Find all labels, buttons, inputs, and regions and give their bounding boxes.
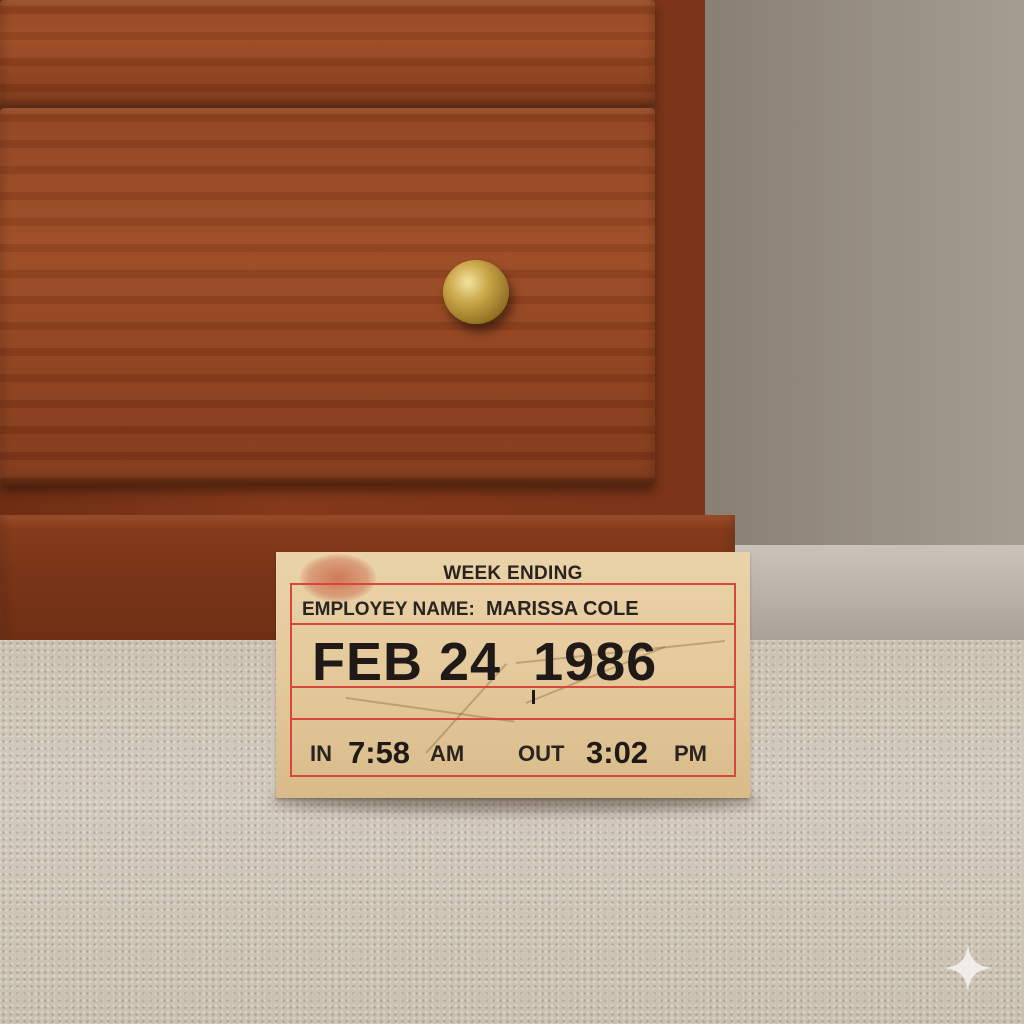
drawer-knob-icon <box>443 260 509 324</box>
employee-name-label: EMPLOYEY NAME: <box>302 599 475 620</box>
photo-scene: WEEK ENDING EMPLOYEY NAME: MARISSA COLE … <box>0 0 1024 1024</box>
punch-mark <box>532 690 535 704</box>
out-time: 3:02 <box>586 735 649 770</box>
timecard-date: FEB 24 1986 <box>312 632 658 692</box>
out-label: OUT <box>518 741 565 766</box>
timecard: WEEK ENDING EMPLOYEY NAME: MARISSA COLE … <box>276 552 750 798</box>
in-time: 7:58 <box>348 735 411 770</box>
in-label: IN <box>310 741 332 766</box>
sparkle-icon <box>944 944 992 992</box>
timecard-frame: EMPLOYEY NAME: MARISSA COLE FEB 24 1986 … <box>290 583 736 777</box>
divider <box>292 686 734 688</box>
timecard-title: WEEK ENDING <box>443 563 583 584</box>
employee-name-value: MARISSA COLE <box>486 598 639 620</box>
divider <box>292 623 734 625</box>
divider <box>292 718 734 720</box>
dresser-top-drawer <box>0 0 655 108</box>
dresser-drawer <box>0 108 655 486</box>
in-meridiem: AM <box>430 741 465 766</box>
out-meridiem: PM <box>674 741 707 766</box>
